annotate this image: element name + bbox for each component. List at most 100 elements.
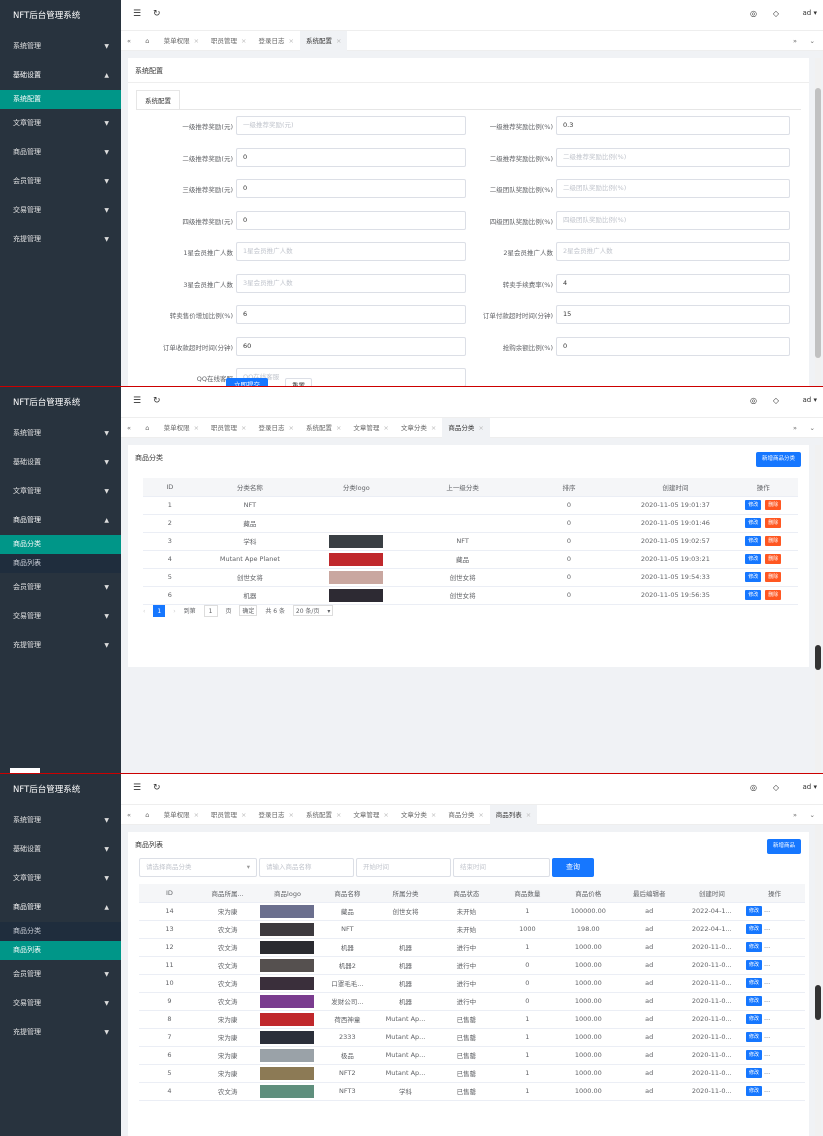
close-icon[interactable]: ×	[241, 37, 246, 45]
sidebar-item[interactable]: 系统管理 ▼	[0, 32, 121, 61]
home-icon[interactable]: ⌂	[139, 418, 155, 438]
tab-item[interactable]: 文章分类 ×	[395, 418, 442, 438]
sidebar-item[interactable]: 系统管理 ▼	[0, 806, 121, 835]
refresh-icon[interactable]: ↻	[153, 783, 161, 793]
sidebar-item[interactable]: 商品分类	[0, 922, 121, 941]
sidebar-item[interactable]: 商品管理 ▲	[0, 893, 121, 922]
delete-button[interactable]: 删除	[765, 590, 782, 600]
refresh-icon[interactable]: ↻	[153, 396, 161, 406]
edit-button[interactable]: 修改	[745, 1050, 762, 1060]
theme-icon[interactable]: ◎	[750, 9, 757, 18]
refresh-icon[interactable]: ↻	[153, 9, 161, 19]
edit-button[interactable]: 修改	[745, 942, 762, 952]
sidebar-item[interactable]: 商品管理 ▲	[0, 506, 121, 535]
form-input[interactable]: QQ在线客服	[236, 368, 466, 387]
scrollbar[interactable]	[815, 445, 821, 774]
tab-item[interactable]: 登录日志 ×	[253, 31, 300, 51]
delete-button[interactable]: 删除	[765, 536, 782, 546]
more-actions[interactable]: ...	[764, 996, 770, 1004]
delete-button[interactable]: 删除	[765, 500, 782, 510]
form-input[interactable]: 3星会员推广人数	[236, 273, 466, 293]
more-actions[interactable]: ...	[764, 1086, 770, 1094]
sidebar-item[interactable]: 充提管理 ▼	[0, 1018, 121, 1047]
form-input[interactable]: 0	[236, 179, 466, 198]
edit-button[interactable]: 修改	[745, 978, 762, 988]
more-actions[interactable]: ...	[764, 1032, 770, 1040]
more-actions[interactable]: ...	[764, 1068, 770, 1076]
tab-item[interactable]: 商品分类 ×	[442, 805, 489, 825]
edit-button[interactable]: 修改	[745, 1014, 762, 1024]
edit-button[interactable]: 修改	[745, 924, 762, 934]
close-icon[interactable]: ×	[241, 811, 246, 819]
edit-button[interactable]: 修改	[745, 500, 762, 510]
tab-item[interactable]: 登录日志 ×	[253, 418, 300, 438]
form-input[interactable]: 四级团队奖励比例(%)	[556, 210, 790, 230]
form-input[interactable]: 6	[236, 305, 466, 324]
tab-item[interactable]: 职员管理 ×	[205, 418, 252, 438]
close-icon[interactable]: ×	[431, 424, 436, 432]
sidebar-item[interactable]: 商品管理 ▼	[0, 138, 121, 167]
form-input[interactable]: 0	[556, 336, 790, 356]
more-actions[interactable]: ...	[764, 942, 770, 950]
sidebar-item[interactable]: 充提管理 ▼	[0, 631, 121, 660]
sidebar-item[interactable]: 文章管理 ▼	[0, 864, 121, 893]
tab-item[interactable]: 系统配置 ×	[300, 418, 347, 438]
close-icon[interactable]: ×	[289, 811, 294, 819]
menu-toggle-icon[interactable]: ☰	[133, 396, 141, 406]
home-icon[interactable]: ⌂	[139, 805, 155, 825]
inner-tab[interactable]: 系统配置	[136, 90, 180, 110]
tab-item[interactable]: 菜单权限 ×	[158, 805, 205, 825]
edit-button[interactable]: 修改	[745, 906, 762, 916]
form-input[interactable]: 0	[236, 147, 466, 167]
close-icon[interactable]: ×	[526, 811, 531, 819]
tab-scroll-left[interactable]: «	[121, 31, 137, 51]
edit-button[interactable]: 修改	[745, 1032, 762, 1042]
sidebar-item[interactable]: 交易管理 ▼	[0, 989, 121, 1018]
form-input[interactable]: 2星会员推广人数	[556, 242, 790, 261]
tab-scroll-right[interactable]: »	[787, 418, 803, 438]
sidebar-item[interactable]: 会员管理 ▼	[0, 573, 121, 602]
form-input[interactable]: 15	[556, 305, 790, 324]
close-icon[interactable]: ×	[431, 811, 436, 819]
tab-item[interactable]: 商品列表 ×	[489, 805, 538, 825]
more-actions[interactable]: ...	[764, 1050, 770, 1058]
close-icon[interactable]: ×	[336, 811, 341, 819]
close-icon[interactable]: ×	[478, 811, 483, 819]
close-icon[interactable]: ×	[478, 424, 483, 432]
end-time-input[interactable]: 结束时间	[453, 858, 550, 877]
close-icon[interactable]: ×	[241, 424, 246, 432]
tag-icon[interactable]: ◇	[773, 783, 779, 792]
close-icon[interactable]: ×	[336, 37, 341, 45]
product-name-input[interactable]: 请输入商品名称	[259, 858, 354, 877]
scrollbar[interactable]	[815, 825, 821, 1136]
sidebar-item[interactable]: 会员管理 ▼	[0, 960, 121, 989]
tab-options-icon[interactable]: ⌄	[804, 805, 821, 825]
sidebar-item[interactable]: 交易管理 ▼	[0, 602, 121, 631]
sidebar-item[interactable]: 系统管理 ▼	[0, 419, 121, 448]
tag-icon[interactable]: ◇	[773, 396, 779, 405]
tab-item[interactable]: 系统配置 ×	[299, 31, 348, 51]
tab-scroll-left[interactable]: «	[121, 418, 137, 438]
theme-icon[interactable]: ◎	[750, 396, 757, 405]
form-input[interactable]: 一级推荐奖励(元)	[236, 116, 466, 135]
edit-button[interactable]: 修改	[745, 590, 762, 600]
delete-button[interactable]: 删除	[765, 554, 782, 564]
sidebar-item[interactable]: 商品分类	[0, 535, 121, 554]
form-input[interactable]: 60	[236, 336, 466, 356]
close-icon[interactable]: ×	[383, 811, 388, 819]
tab-item[interactable]: 职员管理 ×	[205, 805, 252, 825]
more-actions[interactable]: ...	[764, 960, 770, 968]
tab-item[interactable]: 文章管理 ×	[347, 418, 394, 438]
category-select[interactable]: 请选择商品分类 ▾	[139, 858, 257, 877]
tab-item[interactable]: 菜单权限 ×	[158, 418, 205, 438]
form-input[interactable]: 4	[556, 273, 790, 293]
form-input[interactable]: 二级推荐奖励比例(%)	[556, 147, 790, 167]
more-actions[interactable]: ...	[764, 924, 770, 932]
edit-button[interactable]: 修改	[745, 572, 762, 582]
sidebar-item[interactable]: 文章管理 ▼	[0, 109, 121, 138]
edit-button[interactable]: 修改	[745, 1068, 762, 1078]
page-prev[interactable]: ‹	[143, 608, 145, 615]
user-menu[interactable]: ad ▾	[803, 783, 817, 791]
user-menu[interactable]: ad ▾	[803, 396, 817, 404]
tab-options-icon[interactable]: ⌄	[804, 31, 821, 51]
